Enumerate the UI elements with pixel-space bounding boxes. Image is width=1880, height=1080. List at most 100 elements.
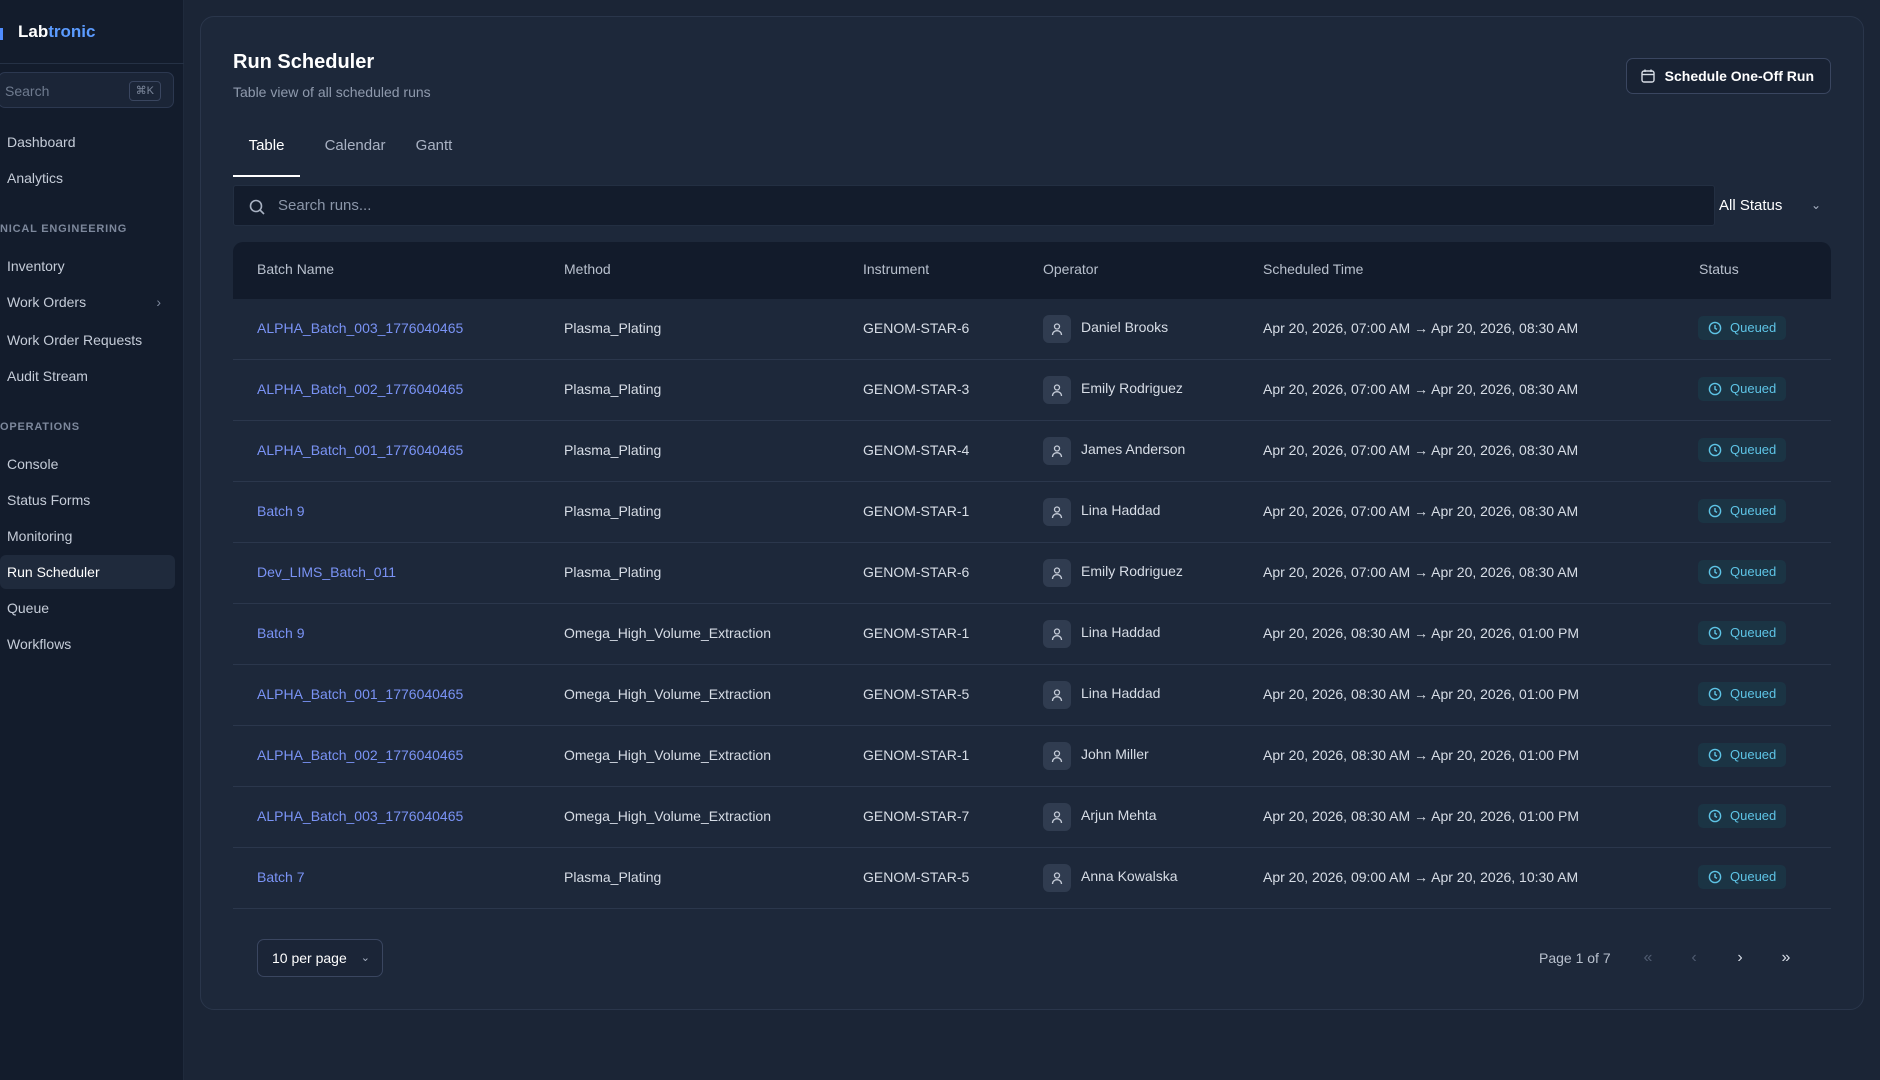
instrument-cell: GENOM-STAR-6: [863, 564, 970, 580]
status-badge: Queued: [1698, 743, 1786, 767]
brand-name[interactable]: Labtronic: [18, 22, 95, 42]
instrument-cell: GENOM-STAR-3: [863, 381, 970, 397]
previous-page-button[interactable]: ‹: [1681, 945, 1707, 971]
column-header-batch-name[interactable]: Batch Name: [257, 261, 334, 277]
status-badge: Queued: [1698, 865, 1786, 889]
status-label: Queued: [1730, 381, 1777, 396]
batch-name-link[interactable]: ALPHA_Batch_003_1776040465: [257, 808, 463, 824]
status-badge: Queued: [1698, 682, 1786, 706]
sidebar-item-label: Monitoring: [7, 528, 73, 544]
batch-name-link[interactable]: Batch 9: [257, 625, 304, 641]
brand-prefix: Lab: [18, 22, 49, 41]
tab-gantt[interactable]: Gantt: [409, 131, 459, 177]
page-title: Run Scheduler: [233, 51, 375, 73]
operator-cell: Lina Haddad: [1081, 624, 1161, 640]
calendar-icon: [1640, 69, 1655, 83]
user-icon: [1043, 498, 1071, 526]
scheduled-time-cell: Apr 20, 2026, 07:00 AM → Apr 20, 2026, 0…: [1263, 503, 1579, 519]
user-icon: [1043, 315, 1071, 343]
instrument-cell: GENOM-STAR-4: [863, 442, 970, 458]
batch-name-link[interactable]: Batch 9: [257, 503, 304, 519]
sidebar-item-audit-stream[interactable]: Audit Stream: [0, 359, 175, 393]
chevron-down-icon: ⌄: [360, 952, 370, 964]
table-row[interactable]: Batch 9 Plasma_Plating GENOM-STAR-1 Lina Ha…: [233, 482, 1831, 543]
method-cell: Omega_High_Volume_Extraction: [564, 686, 772, 702]
instrument-cell: GENOM-STAR-6: [863, 320, 970, 336]
sidebar-item-label: Analytics: [7, 170, 64, 186]
batch-name-link[interactable]: Dev_LIMS_Batch_011: [257, 564, 396, 580]
batch-name-link[interactable]: ALPHA_Batch_003_1776040465: [257, 320, 463, 336]
brand: Labtronic: [0, 0, 184, 64]
table-row[interactable]: Dev_LIMS_Batch_011 Plasma_Plating GENOM-ST…: [233, 543, 1831, 604]
search-runs-input[interactable]: Search runs...: [233, 185, 1715, 226]
per-page-select[interactable]: 10 per page ⌄: [257, 939, 383, 977]
next-page-button[interactable]: ›: [1727, 945, 1753, 971]
table-row[interactable]: ALPHA_Batch_001_1776040465 Omega_High_Vol…: [233, 665, 1831, 726]
sidebar-item-work-orders[interactable]: Work Orders ›: [0, 285, 175, 319]
sidebar-item-run-scheduler[interactable]: Run Scheduler: [0, 555, 175, 589]
sidebar-item-console[interactable]: Console: [0, 447, 175, 481]
tab-calendar[interactable]: Calendar: [317, 131, 393, 177]
scheduled-time-cell: Apr 20, 2026, 07:00 AM → Apr 20, 2026, 0…: [1263, 442, 1579, 458]
instrument-cell: GENOM-STAR-5: [863, 869, 970, 885]
sidebar-item-label: Audit Stream: [7, 368, 88, 384]
table-row[interactable]: Batch 7 Plasma_Plating GENOM-STAR-5 Anna Ko…: [233, 848, 1831, 909]
operator-cell: John Miller: [1081, 746, 1149, 762]
search-shortcut-badge: ⌘K: [128, 81, 161, 101]
status-label: Queued: [1730, 625, 1777, 640]
chevron-down-icon: ⌄: [1810, 198, 1821, 212]
first-page-button[interactable]: «: [1635, 945, 1661, 971]
scheduled-time-cell: Apr 20, 2026, 08:30 AM → Apr 20, 2026, 0…: [1263, 686, 1579, 702]
column-header-instrument[interactable]: Instrument: [863, 261, 929, 277]
schedule-one-off-run-button[interactable]: Schedule One-Off Run: [1625, 58, 1831, 94]
method-cell: Plasma_Plating: [564, 869, 662, 885]
sidebar-item-dashboard[interactable]: Dashboard: [0, 125, 175, 159]
scheduled-time-cell: Apr 20, 2026, 08:30 AM → Apr 20, 2026, 0…: [1263, 747, 1579, 763]
sidebar-item-analytics[interactable]: Analytics: [0, 161, 175, 195]
tab-table[interactable]: Table: [233, 131, 300, 177]
scheduled-time-cell: Apr 20, 2026, 08:30 AM → Apr 20, 2026, 0…: [1263, 625, 1579, 641]
column-header-scheduled-time[interactable]: Scheduled Time: [1263, 261, 1363, 277]
user-icon: [1043, 742, 1071, 770]
chevron-right-icon: ›: [156, 294, 161, 310]
sidebar-item-inventory[interactable]: Inventory: [0, 249, 175, 283]
table-row[interactable]: ALPHA_Batch_002_1776040465 Plasma_Plating…: [233, 360, 1831, 421]
table-row[interactable]: ALPHA_Batch_002_1776040465 Omega_High_Vol…: [233, 726, 1831, 787]
status-label: Queued: [1730, 869, 1777, 884]
status-label: Queued: [1730, 564, 1777, 579]
scheduled-time-cell: Apr 20, 2026, 08:30 AM → Apr 20, 2026, 0…: [1263, 808, 1579, 824]
user-icon: [1043, 559, 1071, 587]
column-header-method[interactable]: Method: [564, 261, 611, 277]
sidebar-item-queue[interactable]: Queue: [0, 591, 175, 625]
sidebar-item-work-order-requests[interactable]: Work Order Requests: [0, 323, 175, 357]
status-filter-select[interactable]: All Status ⌄: [1719, 185, 1831, 226]
table-row[interactable]: ALPHA_Batch_001_1776040465 Plasma_Plating…: [233, 421, 1831, 482]
sidebar-search-placeholder: Search: [5, 83, 50, 99]
status-badge: Queued: [1698, 316, 1786, 340]
table-row[interactable]: ALPHA_Batch_003_1776040465 Plasma_Plating…: [233, 299, 1831, 360]
last-page-button[interactable]: »: [1773, 945, 1799, 971]
column-header-status[interactable]: Status: [1699, 261, 1739, 277]
scheduled-time-cell: Apr 20, 2026, 07:00 AM → Apr 20, 2026, 0…: [1263, 320, 1579, 336]
sidebar-item-workflows[interactable]: Workflows: [0, 627, 175, 661]
batch-name-link[interactable]: ALPHA_Batch_001_1776040465: [257, 442, 463, 458]
status-badge: Queued: [1698, 804, 1786, 828]
status-badge: Queued: [1698, 499, 1786, 523]
batch-name-link[interactable]: ALPHA_Batch_002_1776040465: [257, 381, 463, 397]
table-row[interactable]: ALPHA_Batch_003_1776040465 Omega_High_Vol…: [233, 787, 1831, 848]
sidebar-item-status-forms[interactable]: Status Forms: [0, 483, 175, 517]
sidebar-search-input[interactable]: Search ⌘K: [0, 72, 174, 108]
sidebar-item-label: Inventory: [7, 258, 65, 274]
method-cell: Plasma_Plating: [564, 442, 662, 458]
sidebar-item-monitoring[interactable]: Monitoring: [0, 519, 175, 553]
method-cell: Omega_High_Volume_Extraction: [564, 808, 772, 824]
column-header-operator[interactable]: Operator: [1043, 261, 1098, 277]
status-label: Queued: [1730, 442, 1777, 457]
table-row[interactable]: Batch 9 Omega_High_Volume_Extraction GENOM…: [233, 604, 1831, 665]
operator-cell: Arjun Mehta: [1081, 807, 1157, 823]
batch-name-link[interactable]: ALPHA_Batch_002_1776040465: [257, 747, 463, 763]
instrument-cell: GENOM-STAR-1: [863, 625, 970, 641]
method-cell: Omega_High_Volume_Extraction: [564, 625, 772, 641]
batch-name-link[interactable]: Batch 7: [257, 869, 304, 885]
batch-name-link[interactable]: ALPHA_Batch_001_1776040465: [257, 686, 463, 702]
